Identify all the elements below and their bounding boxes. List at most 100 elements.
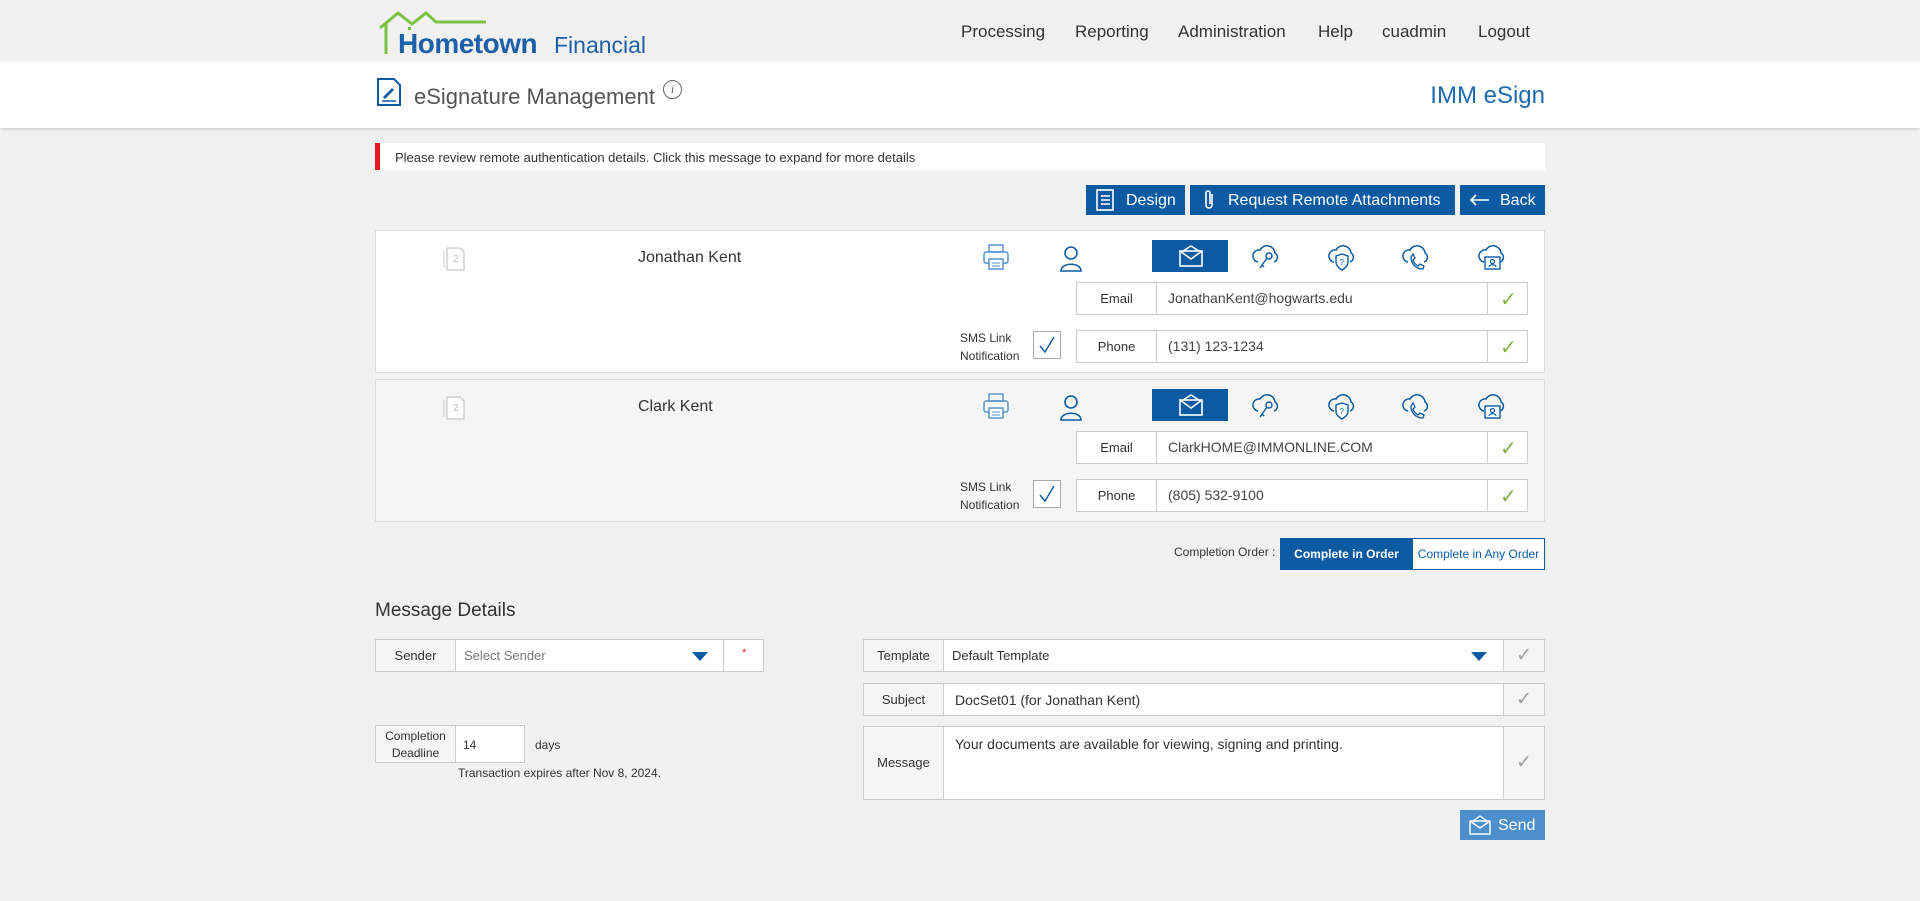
cloud-key-icon xyxy=(1252,394,1279,418)
sender-label: Sender xyxy=(375,639,456,672)
person-icon xyxy=(1060,395,1082,421)
envelope-icon xyxy=(1179,394,1203,416)
sender-select[interactable]: Select Sender xyxy=(455,639,724,672)
request-button-label: Request Remote Attachments xyxy=(1228,192,1441,209)
sms-link-notification-label: SMS Link Notification xyxy=(960,480,1020,512)
cloud-phone-icon xyxy=(1402,245,1429,270)
email-label: Email xyxy=(1076,431,1157,464)
check-icon: ✓ xyxy=(1516,645,1532,666)
checklist-icon xyxy=(1096,189,1114,211)
alert-text: Please review remote authentication deta… xyxy=(395,150,916,165)
info-icon[interactable]: i xyxy=(663,80,682,99)
check-icon: ✓ xyxy=(1500,289,1517,311)
phone-field[interactable]: (805) 532-9100 xyxy=(1156,479,1488,512)
sms-link-notification-checkbox[interactable] xyxy=(1033,480,1061,508)
nav-administration[interactable]: Administration xyxy=(1178,22,1286,42)
checkmark-icon xyxy=(1039,485,1055,503)
email-label: Email xyxy=(1076,282,1157,315)
send-button-label: Send xyxy=(1498,817,1536,834)
svg-text:2: 2 xyxy=(453,254,459,265)
checkmark-icon xyxy=(1039,336,1055,354)
message-details-heading: Message Details xyxy=(375,600,516,621)
send-button[interactable]: Send xyxy=(1460,810,1545,840)
page-title: eSignature Management xyxy=(414,84,655,109)
signature-document-icon xyxy=(377,78,401,106)
subject-valid-check: ✓ xyxy=(1503,683,1545,716)
request-remote-attachments-button[interactable]: Request Remote Attachments xyxy=(1190,185,1455,215)
message-valid-check: ✓ xyxy=(1503,726,1545,800)
cloud-phone-icon xyxy=(1402,394,1429,419)
check-icon: ✓ xyxy=(1500,438,1517,460)
page-header xyxy=(0,62,1920,128)
email-field[interactable]: ClarkHOME@IMMONLINE.COM xyxy=(1156,431,1488,464)
subject-input[interactable]: DocSet01 (for Jonathan Kent) xyxy=(943,683,1504,716)
svg-text:2: 2 xyxy=(453,403,459,414)
template-label: Template xyxy=(863,639,944,672)
nav-reporting[interactable]: Reporting xyxy=(1075,22,1149,42)
person-icon xyxy=(1060,246,1082,272)
cloud-key-icon xyxy=(1252,245,1279,269)
template-select[interactable]: Default Template xyxy=(943,639,1504,672)
check-icon: ✓ xyxy=(1500,337,1517,359)
message-label: Message xyxy=(863,726,944,800)
auth-cloud-key-option[interactable] xyxy=(1226,240,1302,272)
auth-cloud-id-option[interactable] xyxy=(1452,389,1528,421)
auth-cloud-phone-option[interactable] xyxy=(1376,240,1452,272)
transaction-expiry-text: Transaction expires after Nov 8, 2024. xyxy=(458,766,661,780)
cloud-id-card-icon xyxy=(1478,394,1505,419)
auth-cloud-id-option[interactable] xyxy=(1452,240,1528,272)
back-button[interactable]: Back xyxy=(1460,185,1545,215)
auth-cloud-key-option[interactable] xyxy=(1226,389,1302,421)
signer-card: 2 Jonathan Kent ? Email JonathanKent@hog… xyxy=(375,230,1545,373)
template-valid-check: ✓ xyxy=(1503,639,1545,672)
template-value: Default Template xyxy=(952,648,1050,663)
printer-icon[interactable] xyxy=(982,243,1010,271)
check-icon: ✓ xyxy=(1516,752,1532,773)
cloud-id-card-icon xyxy=(1478,245,1505,270)
design-button-label: Design xyxy=(1126,192,1176,209)
auth-email-option[interactable] xyxy=(1152,240,1228,272)
nav-processing[interactable]: Processing xyxy=(961,22,1045,42)
back-button-label: Back xyxy=(1500,192,1536,209)
hometown-financial-logo[interactable]: Hometown Financial xyxy=(376,10,647,59)
arrow-left-icon xyxy=(1469,194,1489,206)
chevron-down-icon xyxy=(1471,652,1487,661)
document-count-icon: 2 xyxy=(443,396,465,420)
imm-esign-brand: IMM eSign xyxy=(1430,82,1545,109)
signer-name: Clark Kent xyxy=(638,398,713,415)
complete-in-order-button[interactable]: Complete in Order xyxy=(1280,538,1413,570)
email-field[interactable]: JonathanKent@hogwarts.edu xyxy=(1156,282,1488,315)
phone-label: Phone xyxy=(1076,479,1157,512)
signer-name: Jonathan Kent xyxy=(638,249,742,266)
printer-icon[interactable] xyxy=(982,392,1010,420)
auth-cloud-phone-option[interactable] xyxy=(1376,389,1452,421)
paperclip-icon xyxy=(1205,190,1213,209)
phone-field[interactable]: (131) 123-1234 xyxy=(1156,330,1488,363)
logo-text-financial: Financial xyxy=(554,32,647,58)
complete-in-any-order-button[interactable]: Complete in Any Order xyxy=(1412,538,1545,570)
auth-in-person-option[interactable] xyxy=(1032,240,1108,272)
auth-cloud-question-option[interactable]: ? xyxy=(1302,389,1378,421)
completion-deadline-input[interactable]: 14 xyxy=(455,725,525,763)
sms-link-notification-checkbox[interactable] xyxy=(1033,331,1061,359)
top-navigation-bar: Hometown Financial Processing Reporting … xyxy=(0,0,1920,62)
nav-user-cuadmin[interactable]: cuadmin xyxy=(1382,22,1446,42)
auth-email-option[interactable] xyxy=(1152,389,1228,421)
design-button[interactable]: Design xyxy=(1086,185,1185,215)
auth-in-person-option[interactable] xyxy=(1032,389,1108,421)
chevron-down-icon xyxy=(692,652,708,661)
nav-logout[interactable]: Logout xyxy=(1478,22,1530,42)
completion-order-label: Completion Order : xyxy=(1174,545,1276,559)
phone-valid-check: ✓ xyxy=(1487,479,1528,512)
message-textarea[interactable]: Your documents are available for viewing… xyxy=(943,726,1504,800)
nav-help[interactable]: Help xyxy=(1318,22,1353,42)
cloud-question-shield-icon: ? xyxy=(1328,245,1355,271)
svg-text:?: ? xyxy=(1340,407,1345,416)
email-valid-check: ✓ xyxy=(1487,282,1528,315)
check-icon: ✓ xyxy=(1500,486,1517,508)
phone-valid-check: ✓ xyxy=(1487,330,1528,363)
auth-cloud-question-option[interactable]: ? xyxy=(1302,240,1378,272)
remote-auth-alert[interactable]: Please review remote authentication deta… xyxy=(375,143,1545,170)
logo-text-hometown: Hometown xyxy=(398,28,538,59)
cloud-question-shield-icon: ? xyxy=(1328,394,1355,420)
